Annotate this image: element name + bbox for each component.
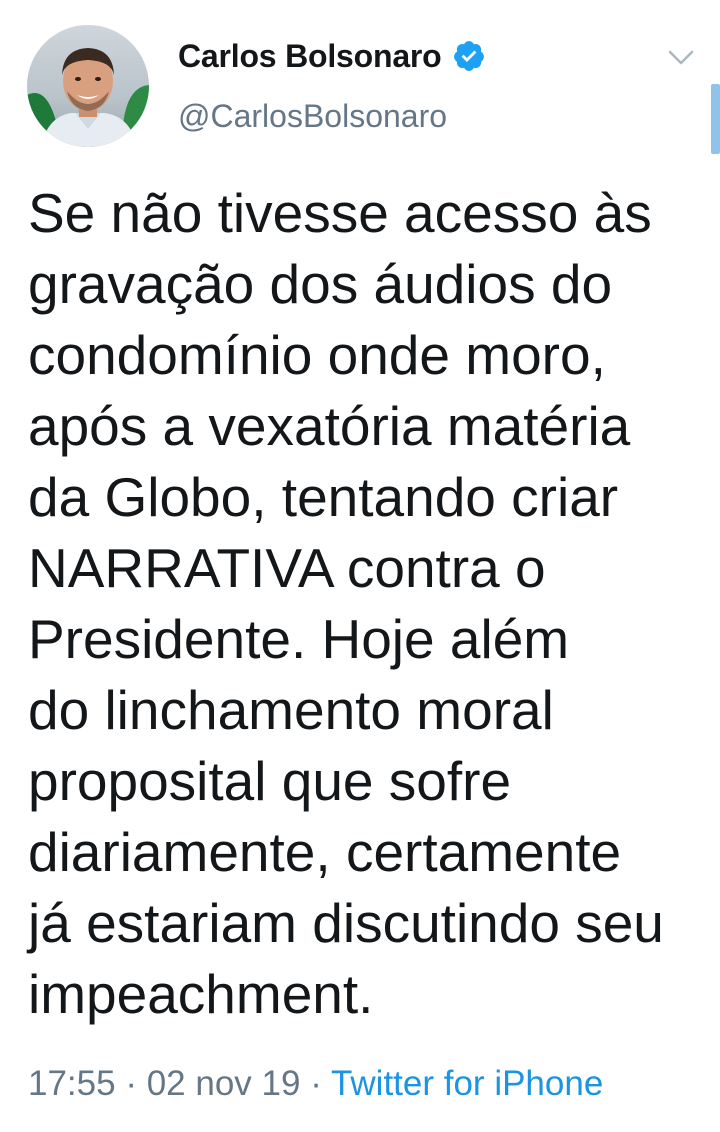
tweet-date[interactable]: 02 nov 19: [147, 1064, 301, 1103]
meta-separator: ·: [310, 1064, 322, 1103]
avatar[interactable]: [27, 25, 149, 147]
tweet-line: impeachment.: [28, 963, 374, 1025]
tweet-time[interactable]: 17:55: [28, 1064, 116, 1103]
verified-badge-icon: [453, 41, 484, 71]
tweet-line: gravação dos áudios do: [28, 253, 613, 315]
author-handle[interactable]: @CarlosBolsonaro: [178, 96, 447, 136]
tweet-text: Se não tivesse acesso às gravação dos áu…: [28, 178, 708, 1030]
tweet-card: Carlos Bolsonaro @CarlosBolsonaro Se não…: [0, 0, 720, 1132]
tweet-source-link[interactable]: Twitter for iPhone: [331, 1064, 603, 1103]
author-name[interactable]: Carlos Bolsonaro: [178, 36, 442, 76]
author-name-row[interactable]: Carlos Bolsonaro: [178, 36, 486, 76]
tweet-line: proposital que sofre: [28, 750, 512, 812]
tweet-line: Se não tivesse acesso às: [28, 182, 652, 244]
tweet-line: Presidente. Hoje além: [28, 608, 570, 670]
tweet-line: NARRATIVA contra o: [28, 537, 546, 599]
tweet-line: condomínio onde moro,: [28, 324, 606, 386]
profile-photo: [27, 25, 149, 147]
tweet-line: diariamente, certamente: [28, 821, 622, 883]
scroll-indicator: [711, 84, 720, 154]
tweet-line: após a vexatória matéria: [28, 395, 631, 457]
tweet-line: do linchamento moral: [28, 679, 554, 741]
tweet-meta: 17:55 · 02 nov 19 · Twitter for iPhone: [28, 1062, 603, 1106]
chevron-down-icon[interactable]: [664, 44, 698, 70]
meta-separator: ·: [125, 1064, 137, 1103]
tweet-line: da Globo, tentando criar: [28, 466, 619, 528]
tweet-line: já estariam discutindo seu: [28, 892, 664, 954]
